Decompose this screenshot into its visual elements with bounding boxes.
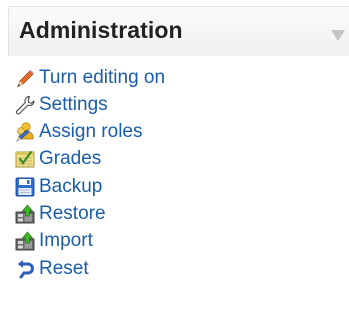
menu-item-backup[interactable]: Backup [14,173,102,201]
menu-item-restore[interactable]: Restore [14,200,106,228]
menu-item-label: Turn editing on [39,67,166,88]
administration-block: Administration Turn editing on Settings [0,0,349,316]
block-title: Administration [19,17,183,43]
menu-item-label: Settings [39,94,108,115]
menu-item-label: Grades [39,148,102,169]
menu-item-turn-editing-on[interactable]: Turn editing on [14,64,165,92]
menu-item-label: Import [39,230,93,251]
menu-item-settings[interactable]: Settings [14,91,108,119]
pencil-icon [14,67,36,89]
floppy-disk-icon [14,176,36,198]
menu-item-label: Backup [39,176,103,197]
import-icon [14,230,36,252]
grades-icon [14,148,36,170]
block-header: Administration [8,6,349,56]
users-icon [14,121,36,143]
reset-icon [14,258,36,280]
menu-item-label: Restore [39,203,106,224]
restore-icon [14,203,36,225]
menu-item-assign-roles[interactable]: Assign roles [14,118,143,146]
menu-item-reset[interactable]: Reset [14,255,89,283]
menu-item-grades[interactable]: Grades [14,145,101,173]
triangle-down-icon[interactable] [331,30,345,41]
menu-item-label: Reset [39,258,89,279]
menu-item-label: Assign roles [39,121,143,142]
menu-item-import[interactable]: Import [14,227,93,255]
wrench-icon [14,94,36,116]
